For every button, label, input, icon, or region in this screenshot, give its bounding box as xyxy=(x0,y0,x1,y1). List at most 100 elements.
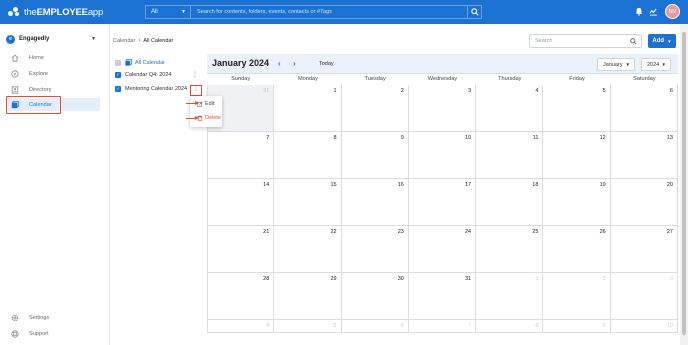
calendar-header: January 2024 ‹ › Today January ▼ 2024 ▼ xyxy=(207,54,678,74)
support-icon xyxy=(11,329,19,338)
org-name: Engagedly xyxy=(19,36,50,42)
calendar-search-input[interactable]: Search xyxy=(529,34,642,48)
day-cell[interactable]: 11 xyxy=(476,132,544,179)
gear-icon xyxy=(11,314,19,322)
day-cell[interactable]: 24 xyxy=(408,226,477,273)
notifications-button[interactable] xyxy=(633,6,644,17)
day-cell-outside-month[interactable]: 3 xyxy=(610,273,678,320)
day-cell[interactable]: 17 xyxy=(408,179,477,226)
day-cell[interactable]: 20 xyxy=(610,179,678,226)
add-button-label: Add xyxy=(652,38,665,44)
delete-menu-item[interactable]: Delete xyxy=(197,115,221,121)
year-select[interactable]: 2024 ▼ xyxy=(641,58,671,71)
caret-down-icon: ▼ xyxy=(181,9,186,15)
day-cell[interactable]: 7 xyxy=(207,132,275,179)
top-bar: the EMPLOYEE app All ▼ Search for contents… xyxy=(0,0,688,24)
day-cell[interactable]: 18 xyxy=(476,179,544,226)
day-cell[interactable]: 10 xyxy=(408,132,477,179)
calendar-month-title: January 2024 xyxy=(212,58,270,68)
day-cell[interactable]: 2 xyxy=(341,85,409,132)
day-cell[interactable]: 8 xyxy=(274,132,342,179)
sidebar-item-home[interactable]: Home xyxy=(8,51,100,64)
calendar-item-mentoring-2024[interactable]: ✓ Mentoring Calendar 2024 xyxy=(115,83,187,94)
day-cell[interactable]: 14 xyxy=(207,179,275,226)
sidebar-item-label: Home xyxy=(29,54,44,61)
day-cell[interactable]: 23 xyxy=(341,226,409,273)
directory-icon xyxy=(11,85,19,94)
breadcrumb-parent-link[interactable]: Calendar xyxy=(113,38,135,44)
global-search-button[interactable] xyxy=(467,6,481,18)
day-cell[interactable]: 22 xyxy=(274,226,342,273)
sidebar-item-support[interactable]: Support xyxy=(8,327,100,340)
day-cell[interactable]: 1 xyxy=(274,85,342,132)
sidebar-item-label: Explore xyxy=(29,70,48,77)
day-cell[interactable]: 25 xyxy=(476,226,544,273)
day-cell-outside-month[interactable]: 5 xyxy=(274,320,342,333)
day-cell[interactable]: 6 xyxy=(610,85,678,132)
org-logo-icon: e xyxy=(6,34,15,44)
sidebar-item-directory[interactable]: Directory xyxy=(8,83,100,96)
day-cell[interactable]: 4 xyxy=(476,85,544,132)
day-cell[interactable]: 12 xyxy=(543,132,611,179)
day-cell[interactable]: 31 xyxy=(408,273,477,320)
day-cell[interactable]: 16 xyxy=(341,179,409,226)
day-cell-outside-month[interactable]: 4 xyxy=(207,320,275,333)
calendar-item-q4-2024[interactable]: ✓ Calendar Q4: 2024 xyxy=(115,69,171,80)
search-scope-value: All xyxy=(151,9,158,15)
chevron-right-icon: › xyxy=(138,38,141,44)
day-cell[interactable]: 21 xyxy=(207,226,275,273)
sidebar: e Engagedly ▼ Home Explore Directory Cal… xyxy=(0,24,110,345)
analytics-button[interactable] xyxy=(648,6,659,17)
main-content: Calendar › All Calendar Search Add ▼ – A… xyxy=(110,24,680,345)
sidebar-item-explore[interactable]: Explore xyxy=(8,67,100,80)
day-cell[interactable]: 30 xyxy=(341,273,409,320)
day-cell-outside-month[interactable]: 1 xyxy=(476,273,544,320)
day-cell[interactable]: 26 xyxy=(543,226,611,273)
day-cell[interactable]: 19 xyxy=(543,179,611,226)
more-options-icon[interactable]: ⋮ xyxy=(191,71,199,78)
chevron-left-icon[interactable]: ‹ xyxy=(278,59,281,68)
edit-menu-item[interactable]: Edit xyxy=(197,101,214,107)
global-search-input[interactable]: Search for contents, folders, events, co… xyxy=(191,6,467,18)
day-cell[interactable]: 9 xyxy=(341,132,409,179)
calendars-icon xyxy=(125,59,132,66)
day-cell[interactable]: 28 xyxy=(207,273,275,320)
user-avatar[interactable]: NM xyxy=(665,4,680,19)
scrollbar-thumb[interactable] xyxy=(682,32,686,335)
day-cell-outside-month[interactable]: 9 xyxy=(543,320,611,333)
weekday-header: Sunday xyxy=(231,76,251,82)
sidebar-item-label: Directory xyxy=(29,86,52,93)
org-switcher[interactable]: e Engagedly ▼ xyxy=(6,32,102,46)
app-logo[interactable]: the EMPLOYEE app xyxy=(8,5,103,19)
day-cell[interactable]: 15 xyxy=(274,179,342,226)
annotation-arrow-edit xyxy=(186,100,199,106)
chevron-right-icon[interactable]: › xyxy=(293,59,296,68)
sidebar-item-label: Settings xyxy=(29,314,50,321)
add-button[interactable]: Add ▼ xyxy=(648,34,676,48)
day-cell-outside-month[interactable]: 6 xyxy=(341,320,409,333)
weekday-header: Saturday xyxy=(633,76,656,82)
sidebar-item-settings[interactable]: Settings xyxy=(8,311,100,324)
bell-icon xyxy=(635,7,642,16)
partial-checkbox[interactable]: – xyxy=(115,59,121,66)
day-cell-outside-month[interactable]: 2 xyxy=(543,273,611,320)
calendar-item-all[interactable]: – All Calendar xyxy=(115,57,165,68)
day-cell[interactable]: 5 xyxy=(543,85,611,132)
month-select-value: January xyxy=(603,61,623,68)
day-cell-outside-month[interactable]: 10 xyxy=(610,320,678,333)
search-scope-dropdown[interactable]: All ▼ xyxy=(146,6,191,18)
day-cell[interactable]: 29 xyxy=(274,273,342,320)
day-cell[interactable]: 13 xyxy=(610,132,678,179)
checked-checkbox[interactable]: ✓ xyxy=(115,71,121,78)
today-button[interactable]: Today xyxy=(319,61,334,67)
day-cell-outside-month[interactable]: 7 xyxy=(408,320,477,333)
weekday-header: Thursday xyxy=(498,76,522,82)
day-cell[interactable]: 3 xyxy=(408,85,477,132)
page-scrollbar[interactable] xyxy=(680,24,688,345)
day-cell[interactable]: 27 xyxy=(610,226,678,273)
checked-checkbox[interactable]: ✓ xyxy=(115,85,121,92)
month-select[interactable]: January ▼ xyxy=(597,58,635,71)
logo-mark-icon xyxy=(8,7,21,17)
search-icon[interactable] xyxy=(630,38,637,45)
day-cell-outside-month[interactable]: 8 xyxy=(476,320,544,333)
